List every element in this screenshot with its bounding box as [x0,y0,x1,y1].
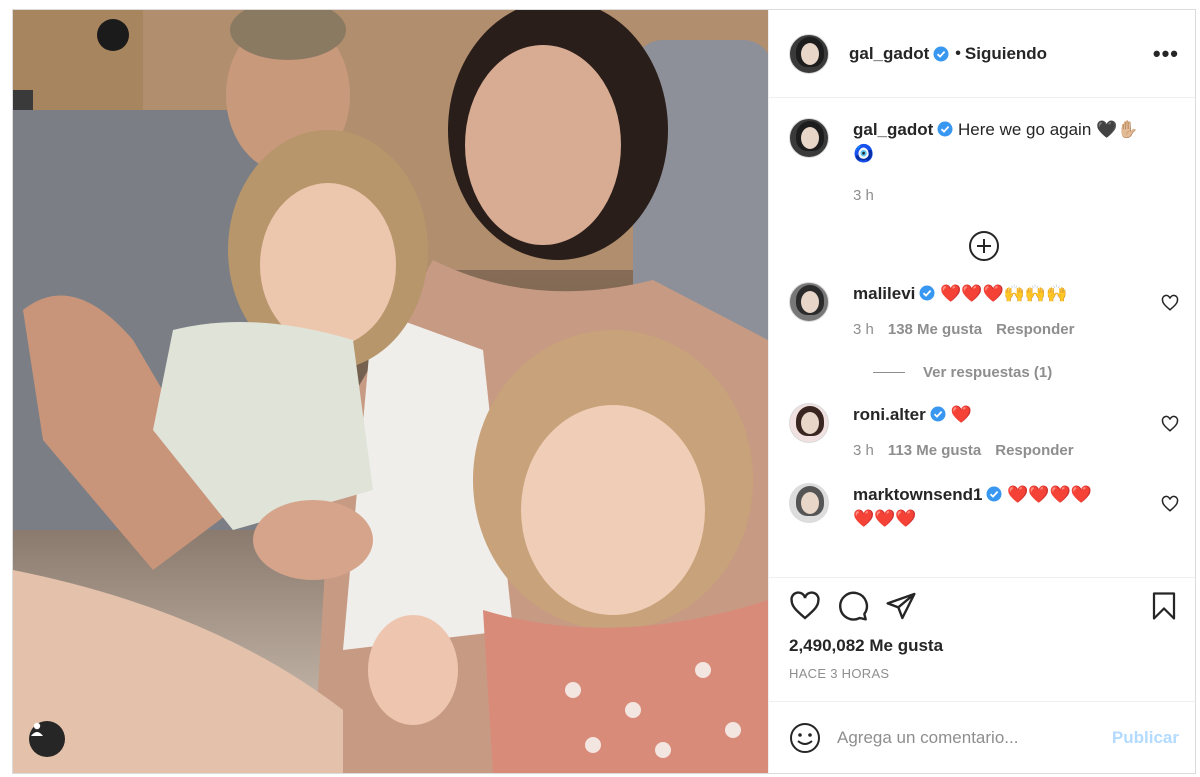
avatar[interactable] [789,282,829,322]
verified-icon [937,121,953,137]
caption-emoji: 🖤✋🏼 [1096,120,1139,140]
post-photo[interactable] [13,10,768,773]
comment-text: ❤️❤️❤️🙌🙌🙌 [940,284,1068,304]
post-header: gal_gadot • Siguiendo ••• [769,10,1195,98]
caption-text: Here we go again [958,120,1092,139]
post-actions: 2,490,082 Me gusta HACE 3 HORAS [769,577,1195,701]
heart-icon[interactable] [1161,495,1179,513]
comment-time[interactable]: 3 h [853,318,874,342]
caption-time[interactable]: 3 h [853,184,874,208]
caption: gal_gadot Here we go again 🖤✋🏼 🧿 3 h [789,118,1179,208]
heart-icon[interactable] [789,590,821,622]
comment-composer: Publicar [769,701,1195,773]
comments-list[interactable]: gal_gadot Here we go again 🖤✋🏼 🧿 3 h mal… [769,98,1195,577]
follow-status[interactable]: Siguiendo [965,44,1047,64]
separator: • [955,44,961,62]
heart-icon[interactable] [1161,415,1179,433]
view-replies-label: Ver respuestas (1) [923,364,1053,381]
comment-username[interactable]: roni.alter [853,405,926,424]
reply-button[interactable]: Responder [995,439,1073,463]
user-tag-icon [31,722,43,736]
comment-likes[interactable]: 138 Me gusta [888,318,982,342]
verified-icon [986,486,1002,502]
comment-time[interactable]: 3 h [853,439,874,463]
caption-username[interactable]: gal_gadot [853,120,933,139]
comment-likes[interactable]: 113 Me gusta [888,439,981,463]
bookmark-icon[interactable] [1149,590,1179,622]
comment-username[interactable]: marktownsend1 [853,485,982,504]
view-replies-button[interactable]: Ver respuestas (1) [873,364,1179,381]
divider [873,372,905,373]
comment-text: ❤️❤️❤️❤️ [1007,485,1092,505]
avatar[interactable] [789,118,829,158]
verified-icon [930,406,946,422]
verified-icon [919,285,935,301]
family-photo-illustration [13,10,768,773]
share-icon[interactable] [885,590,917,622]
emoji-icon[interactable] [789,722,821,754]
user-tag-button[interactable] [29,721,65,757]
avatar[interactable] [789,403,829,443]
reply-button[interactable]: Responder [996,318,1074,342]
comment-text: ❤️ [950,405,972,425]
comment-icon[interactable] [837,590,869,622]
comment-item: roni.alter ❤️ 3 h 113 Me gusta Responder [789,403,1179,463]
likes-count[interactable]: 2,490,082 Me gusta [789,636,1179,656]
comment-item: malilevi ❤️❤️❤️🙌🙌🙌 3 h 138 Me gusta Resp… [789,282,1179,342]
post-timestamp[interactable]: HACE 3 HORAS [789,666,1179,681]
more-options-icon[interactable]: ••• [1153,41,1179,67]
verified-icon [933,46,949,61]
avatar[interactable] [789,483,829,523]
caption-emoji-eye: 🧿 [853,144,875,164]
comment-username[interactable]: malilevi [853,284,915,303]
post-side-panel: gal_gadot • Siguiendo ••• gal_gadot Here… [768,10,1195,773]
avatar[interactable] [789,33,829,74]
heart-icon[interactable] [1161,294,1179,312]
author-username[interactable]: gal_gadot [849,44,929,64]
load-more-comments-button[interactable] [789,230,1179,262]
comment-input[interactable] [837,727,1112,748]
comment-item: marktownsend1 ❤️❤️❤️❤️ ❤️❤️❤️ [789,483,1179,531]
publish-button[interactable]: Publicar [1112,728,1179,748]
post-dialog: gal_gadot • Siguiendo ••• gal_gadot Here… [12,9,1196,774]
comment-text-continued: ❤️❤️❤️ [853,509,917,529]
add-circle-icon [969,231,999,261]
